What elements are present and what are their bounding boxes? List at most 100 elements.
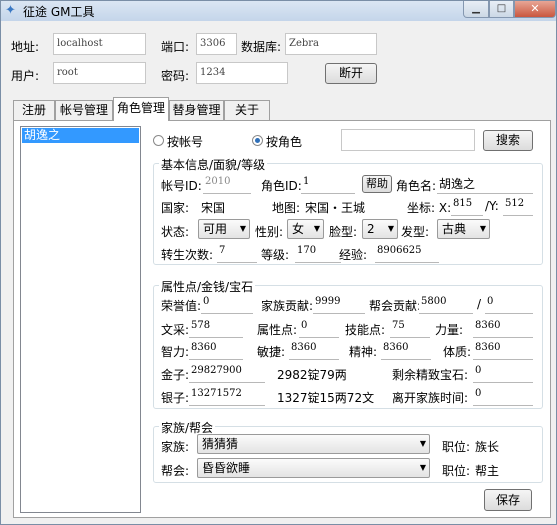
gold-label: 金子:	[161, 368, 190, 382]
family-contribution-field[interactable]: 9999	[313, 293, 365, 314]
window-title: 征途 GM工具	[23, 5, 95, 19]
silver-field[interactable]: 13271572	[189, 385, 265, 406]
face-select[interactable]: 2 ▼	[362, 219, 398, 239]
chevron-down-icon: ▼	[239, 224, 246, 233]
face-select-value: 2	[367, 222, 375, 236]
search-by-account-label: 按帐号	[167, 135, 204, 149]
gold-field[interactable]: 29827900	[189, 362, 265, 383]
guild-contribution-separator: /	[477, 297, 482, 311]
family-contribution-label: 家族贡献:	[261, 299, 314, 313]
chevron-down-icon: ▼	[313, 224, 320, 233]
password-label: 密码:	[161, 69, 190, 83]
literacy-field[interactable]: 578	[189, 317, 243, 338]
stamina-label: 体质:	[443, 345, 472, 359]
role-name-label: 角色名:	[396, 179, 437, 193]
account-id-field: 2010	[203, 173, 251, 194]
title-bar[interactable]: ✦ 征途 GM工具 ▁ □ ✕	[1, 1, 556, 21]
role-list[interactable]: 胡逸之	[20, 126, 141, 513]
coord-y-field[interactable]: 512	[503, 195, 533, 216]
chevron-down-icon: ▼	[479, 224, 486, 233]
strength-field[interactable]: 8360	[473, 317, 533, 338]
tab-about[interactable]: 关于	[224, 100, 270, 120]
role-id-field[interactable]: 1	[301, 173, 355, 194]
literacy-label: 文采:	[161, 323, 190, 337]
role-name-field[interactable]: 胡逸之	[437, 173, 533, 194]
attribute-points-field[interactable]: 0	[299, 317, 339, 338]
hair-select-value: 古典	[442, 222, 467, 236]
strength-label: 力量:	[435, 323, 464, 337]
family-select[interactable]: 猜猜猜 ▼	[197, 434, 430, 454]
tab-register[interactable]: 注册	[13, 100, 55, 120]
level-field[interactable]: 170	[295, 242, 341, 263]
coord-x-field[interactable]: 815	[451, 195, 483, 216]
guild-contribution-field[interactable]: 5800	[419, 293, 473, 314]
map-value: 宋国・王城	[305, 201, 366, 215]
port-input[interactable]: 3306	[196, 33, 237, 55]
stamina-field[interactable]: 8360	[473, 339, 533, 360]
app-icon: ✦	[5, 3, 16, 18]
save-button[interactable]: 保存	[484, 489, 532, 511]
family-position-label: 职位:	[442, 440, 471, 454]
chevron-down-icon: ▼	[419, 463, 426, 472]
country-value: 宋国	[201, 201, 226, 215]
guild-position-value: 帮主	[475, 464, 500, 478]
coord-y-label: /Y:	[485, 199, 499, 213]
skill-points-label: 技能点:	[345, 323, 386, 337]
country-label: 国家:	[161, 201, 190, 215]
rebirth-field[interactable]: 7	[217, 242, 257, 263]
exp-label: 经验:	[339, 248, 368, 262]
search-by-account-radio[interactable]	[153, 135, 164, 146]
gender-select-value: 女	[292, 222, 305, 236]
basic-info-title: 基本信息/面貌/等级	[159, 156, 268, 173]
honor-field[interactable]: 0	[201, 293, 253, 314]
role-list-item[interactable]: 胡逸之	[22, 128, 139, 143]
close-button[interactable]: ✕	[514, 1, 556, 18]
tab-substitute-management[interactable]: 替身管理	[169, 100, 224, 120]
guild-contribution-field-2[interactable]: 0	[485, 293, 533, 314]
exp-field[interactable]: 8906625	[375, 242, 439, 263]
guild-position-label: 职位:	[442, 464, 471, 478]
coordinate-label: 坐标: X:	[407, 201, 452, 215]
address-input[interactable]: localhost	[53, 33, 146, 55]
honor-label: 荣誉值:	[161, 299, 202, 313]
user-input[interactable]: root	[53, 62, 146, 84]
search-by-role-radio[interactable]	[252, 135, 263, 146]
spirit-field[interactable]: 8360	[381, 339, 431, 360]
leave-family-label: 离开家族时间:	[392, 391, 469, 405]
hair-select[interactable]: 古典 ▼	[437, 219, 490, 239]
app-window: ✦ 征途 GM工具 ▁ □ ✕ 地址: localhost 端口: 3306 数…	[0, 0, 557, 525]
guild-contribution-label: 帮会贡献:	[369, 299, 422, 313]
tab-role-management[interactable]: 角色管理	[113, 97, 169, 121]
address-label: 地址:	[11, 40, 40, 54]
database-input[interactable]: Zebra	[285, 33, 377, 55]
minimize-button[interactable]: ▁	[463, 1, 489, 18]
database-label: 数据库:	[241, 40, 282, 54]
account-id-label: 帐号ID:	[161, 179, 202, 193]
maximize-button[interactable]: □	[489, 1, 514, 18]
tab-account-management[interactable]: 帐号管理	[55, 100, 113, 120]
face-label: 脸型:	[329, 225, 358, 239]
status-label: 状态:	[161, 225, 190, 239]
refined-gem-label: 剩余精致宝石:	[392, 368, 469, 382]
silver-text: 1327锭15两72文	[277, 391, 375, 405]
disconnect-button[interactable]: 断开	[325, 63, 377, 84]
search-input[interactable]	[341, 129, 475, 151]
level-label: 等级:	[261, 248, 290, 262]
gender-select[interactable]: 女 ▼	[287, 219, 324, 239]
guild-select[interactable]: 昏昏欲睡 ▼	[197, 458, 430, 478]
intelligence-field[interactable]: 8360	[189, 339, 243, 360]
silver-label: 银子:	[161, 391, 190, 405]
help-button[interactable]: 帮助	[362, 175, 392, 193]
search-by-role-label: 按角色	[266, 135, 303, 149]
refined-gem-field[interactable]: 0	[473, 362, 533, 383]
search-button[interactable]: 搜索	[483, 130, 533, 151]
family-select-value: 猜猜猜	[202, 437, 239, 451]
leave-family-field[interactable]: 0	[473, 385, 533, 406]
skill-points-field[interactable]: 75	[390, 317, 430, 338]
agility-field[interactable]: 8360	[289, 339, 339, 360]
family-position-value: 族长	[475, 440, 500, 454]
status-select[interactable]: 可用 ▼	[198, 219, 250, 239]
spirit-label: 精神:	[349, 345, 378, 359]
password-input[interactable]: 1234	[196, 62, 288, 84]
family-label: 家族:	[161, 440, 190, 454]
